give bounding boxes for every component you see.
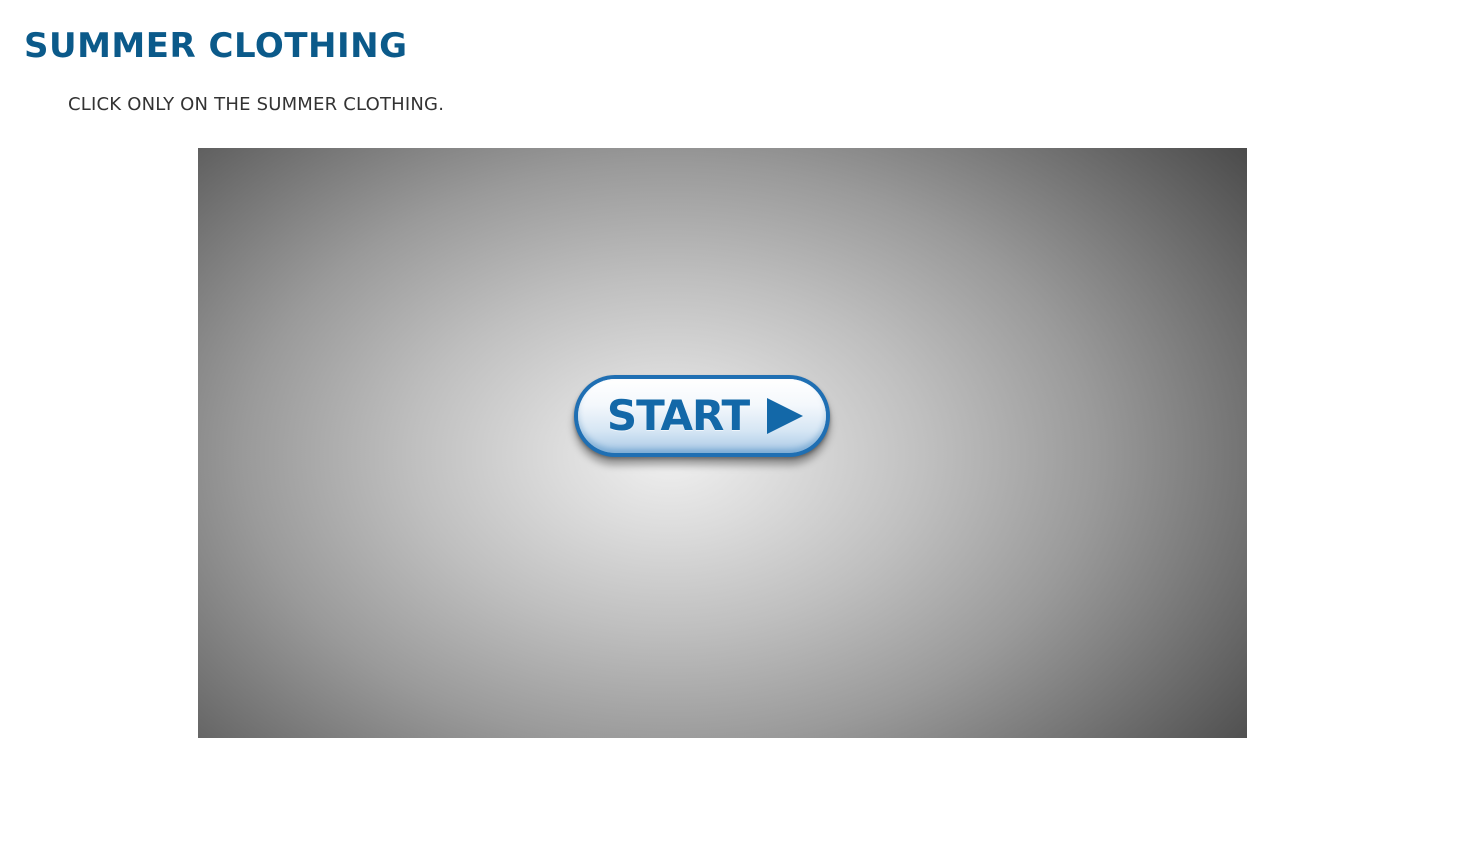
play-icon[interactable] — [767, 398, 804, 434]
page: SUMMER CLOTHING CLICK ONLY ON THE SUMMER… — [0, 0, 1460, 850]
start-button[interactable]: START — [574, 375, 830, 457]
activity-stage: START — [198, 148, 1247, 738]
instructions-text: CLICK ONLY ON THE SUMMER CLOTHING. — [68, 94, 445, 115]
start-button-face[interactable]: START — [578, 379, 826, 453]
start-button-label[interactable]: START — [607, 395, 750, 437]
page-title: SUMMER CLOTHING — [24, 26, 408, 66]
